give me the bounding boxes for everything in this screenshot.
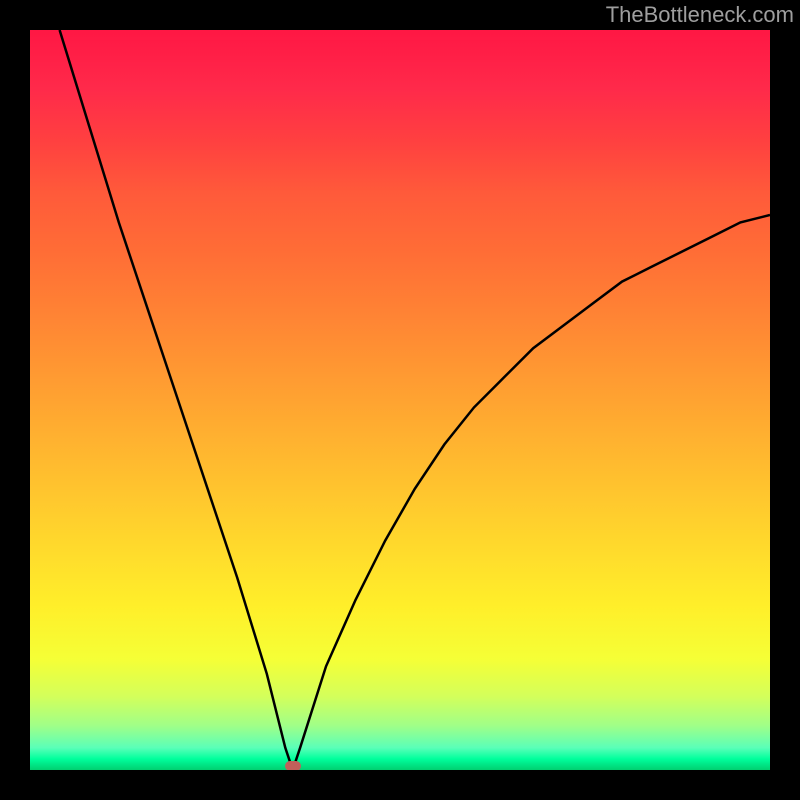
chart-plot-area [30, 30, 770, 770]
bottleneck-curve [60, 30, 770, 770]
curve-svg [30, 30, 770, 770]
attribution-text: TheBottleneck.com [606, 2, 794, 28]
minimum-marker [285, 761, 301, 770]
